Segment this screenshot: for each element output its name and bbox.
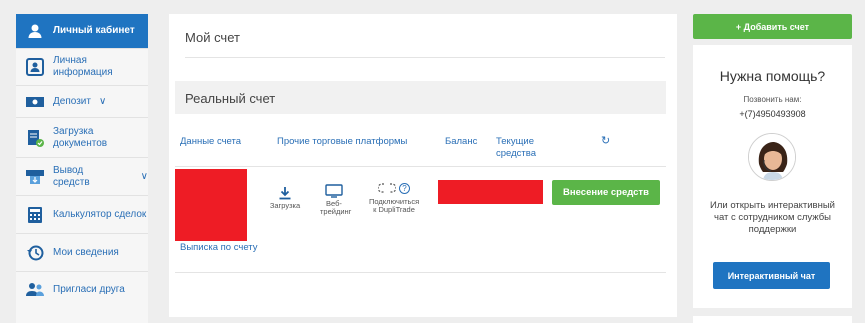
id-card-icon [24,56,46,78]
add-account-button[interactable]: + Добавить счет [693,14,852,39]
call-label: Позвонить нам: [743,95,802,104]
duplitrade-label: Подключиться к DupliTrade [369,197,420,214]
divider [175,272,666,273]
sidebar-item-personal-info[interactable]: Личная информация [16,49,148,86]
web-trading-label: Веб-трейдинг [320,199,352,216]
column-header-current-funds: Текущие средства [496,136,536,159]
withdraw-icon [24,166,46,188]
user-icon [24,20,46,42]
sidebar: Личный кабинет Личная информация Депозит… [16,14,148,323]
web-trading-button[interactable]: Веб-трейдинг [313,184,355,216]
live-chat-button[interactable]: Интерактивный чат [713,262,830,289]
column-header-other-platforms: Прочие торговые платформы [277,136,408,147]
calculator-icon [24,204,46,226]
chevron-down-icon: ∨ [140,171,148,182]
column-header-balance: Баланс [445,136,478,147]
refresh-icon[interactable]: ↻ [601,135,610,147]
divider [175,166,666,167]
sidebar-item-upload-documents[interactable]: Загрузка документов [16,118,148,158]
link-icon [378,183,396,193]
help-panel: Нужна помощь? Позвонить нам: +(7)4950493… [693,45,852,308]
help-icon: ? [399,182,410,194]
cash-icon [24,91,46,113]
my-account-card: Мой счет Реальный счет Данные счета Проч… [169,14,677,317]
column-header-account-data: Данные счета [180,136,242,147]
chevron-down-icon: ∨ [98,96,107,107]
phone-number[interactable]: +(7)4950493908 [693,109,852,119]
sidebar-item-personal-cabinet[interactable]: Личный кабинет [16,14,148,49]
real-account-header: Реальный счет [175,81,666,114]
download-label: Загрузка [269,201,301,210]
divider [185,57,665,58]
users-icon [24,279,46,301]
download-platform-button[interactable]: Загрузка [265,186,305,210]
sidebar-item-label: Пригласи друга [53,284,125,295]
sidebar-item-invite-friend[interactable]: Пригласи друга [16,272,148,308]
sidebar-item-trade-calculator[interactable]: Калькулятор сделок [16,196,148,234]
balance-redacted [438,180,543,204]
sidebar-item-my-details[interactable]: Мои сведения [16,234,148,272]
support-agent-avatar [748,133,796,181]
deposit-button[interactable]: Внесение средств [552,180,660,205]
download-icon [279,187,291,200]
monitor-icon [325,184,343,198]
sidebar-item-label: Загрузка документов [53,125,108,149]
sidebar-item-deposit[interactable]: Депозит ∨ [16,86,148,118]
sidebar-item-label: Мои сведения [53,246,119,258]
sidebar-item-label: Депозит [53,95,91,107]
sidebar-item-label: Личный кабинет [53,25,135,36]
history-icon [24,242,46,264]
section-title: Реальный счет [185,91,276,106]
page-title: Мой счет [185,30,240,45]
panel-footer [693,316,852,323]
document-upload-icon [24,127,46,149]
help-title: Нужна помощь? [719,68,826,84]
sidebar-item-label: Вывод средств [53,164,90,188]
statement-link[interactable]: Выписка по счету [180,242,258,254]
account-number-redacted [175,169,247,241]
sidebar-item-label: Калькулятор сделок [53,208,147,220]
sidebar-item-label: Личная информация [53,55,113,78]
chat-invite-text: Или открыть интерактивный чат с сотрудни… [710,200,835,235]
sidebar-item-withdraw[interactable]: Вывод средств ∨ [16,158,148,196]
duplitrade-button[interactable]: ? Подключиться к DupliTrade [363,180,425,214]
